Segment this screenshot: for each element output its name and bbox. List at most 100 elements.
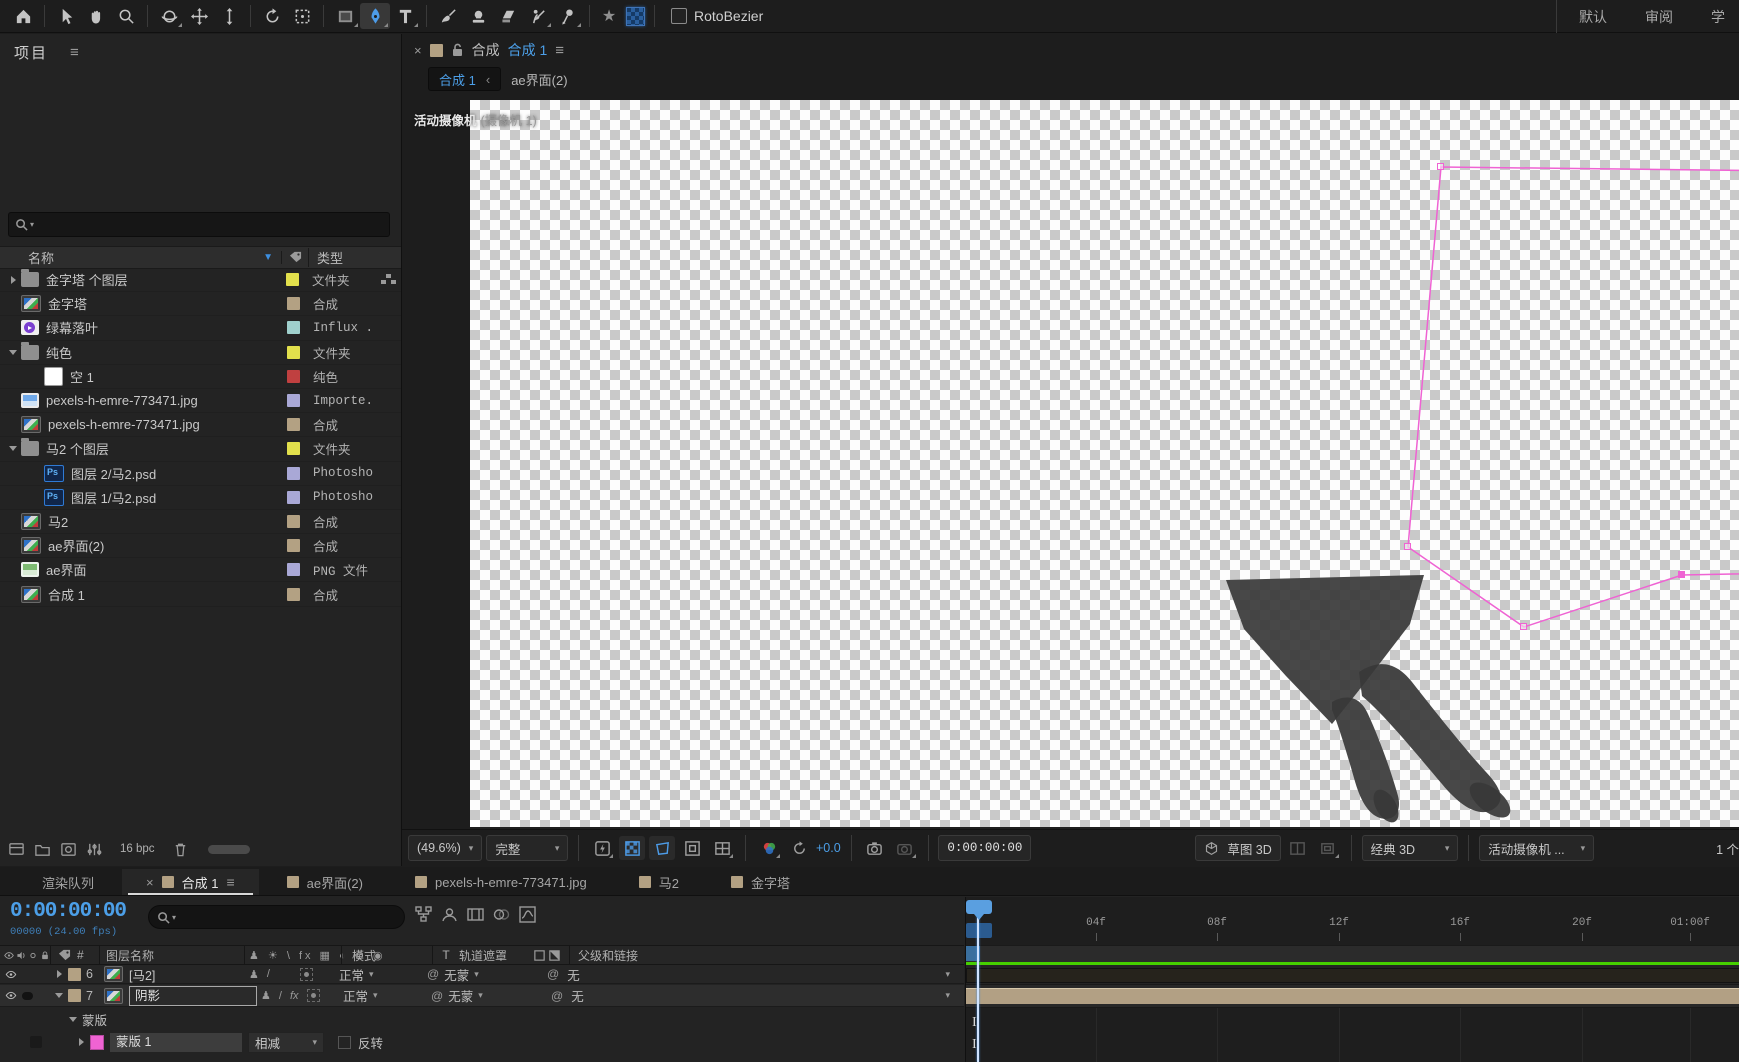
label-color-chip[interactable] <box>287 297 300 310</box>
composition-viewer-tab[interactable]: × 合成 合成 1 ≡ <box>414 38 564 62</box>
label-color-chip[interactable] <box>287 588 300 601</box>
expander-icon[interactable] <box>5 276 21 284</box>
view-count-dropdown[interactable]: 1 个 <box>1716 839 1739 858</box>
snapping-grid-icon[interactable] <box>622 4 648 28</box>
channel-rgb-icon[interactable] <box>756 836 782 860</box>
project-item-row[interactable]: ae界面 PNG 文件 <box>0 558 401 582</box>
column-type[interactable]: 类型 <box>308 248 401 267</box>
orbit-camera-tool[interactable] <box>154 3 184 29</box>
panel-menu-icon[interactable]: ≡ <box>70 44 79 61</box>
roto-brush-tool[interactable] <box>523 3 553 29</box>
group-expander-icon[interactable] <box>64 1017 82 1022</box>
timeline-tab[interactable]: × 合成 1 ≡ <box>122 869 259 895</box>
fx-icon[interactable]: fx <box>290 990 299 1002</box>
mask-visibility-icon[interactable] <box>649 836 675 860</box>
sort-descending-icon[interactable]: ▼ <box>263 252 273 263</box>
pen-tool[interactable] <box>360 3 390 29</box>
project-search-input[interactable] <box>36 217 383 233</box>
column-layer-name[interactable]: 图层名称 <box>100 947 244 964</box>
eraser-tool[interactable] <box>493 3 523 29</box>
label-color-chip[interactable] <box>287 394 300 407</box>
pickwhip-icon[interactable]: @ <box>427 967 439 981</box>
column-mode[interactable]: 模式 <box>342 947 432 964</box>
project-item-row[interactable]: 马2 合成 <box>0 510 401 534</box>
adjustment-icon[interactable] <box>86 841 103 858</box>
rectangle-tool[interactable] <box>330 3 360 29</box>
audio-column-icon[interactable] <box>16 949 26 962</box>
layer-7-duration-bar[interactable] <box>966 988 1739 1004</box>
mask-color-chip[interactable] <box>90 1035 104 1050</box>
parent-dropdown[interactable]: @无▾ <box>543 986 964 1005</box>
clone-stamp-tool[interactable] <box>463 3 493 29</box>
resolution-dropdown[interactable]: 完整▾ <box>486 835 568 861</box>
quality-icon[interactable]: / <box>267 968 270 980</box>
label-color-chip[interactable] <box>287 346 300 359</box>
pickwhip-icon[interactable]: @ <box>551 989 563 1003</box>
eye-column-icon[interactable] <box>4 949 14 962</box>
solo-column-icon[interactable] <box>28 949 38 962</box>
shy-icon[interactable]: ♟ <box>261 989 271 1002</box>
project-item-row[interactable]: 金字塔 个图层 文件夹 <box>0 268 401 292</box>
label-color-chip[interactable] <box>287 321 300 334</box>
current-time-display[interactable]: 0:00:00:00 <box>10 900 126 923</box>
track-matte-dropdown[interactable]: @无蒙▾ <box>431 986 543 1005</box>
timeline-track-area[interactable]: 04f08f12f16f20f01:00f I I <box>965 897 1739 1062</box>
mask-name[interactable]: 蒙版 1 <box>110 1033 242 1052</box>
home-icon[interactable] <box>8 3 38 29</box>
lock-column-icon[interactable] <box>40 949 50 962</box>
rasterize-icon[interactable] <box>307 989 320 1002</box>
blend-mode-dropdown[interactable]: 正常▾ <box>329 965 427 984</box>
project-item-row[interactable]: 合成 1 合成 <box>0 582 401 606</box>
rasterize-icon[interactable] <box>300 968 313 981</box>
playhead-frame-box[interactable] <box>966 923 992 938</box>
breadcrumb-parent[interactable]: ae界面(2) <box>511 70 567 89</box>
fast-previews-icon[interactable] <box>589 836 615 860</box>
label-color-chip[interactable] <box>287 491 300 504</box>
timeline-search-box[interactable]: ▾ <box>148 905 405 929</box>
rotobezier-option[interactable]: RotoBezier <box>671 8 763 24</box>
project-item-row[interactable]: pexels-h-emre-773471.jpg Importe. <box>0 389 401 413</box>
timeline-tab[interactable]: × 渲染队列 ≡ <box>18 869 118 895</box>
type-tool[interactable] <box>390 3 420 29</box>
search-filter-caret-icon[interactable]: ▾ <box>172 913 176 922</box>
rotation-tool[interactable] <box>257 3 287 29</box>
panel-menu-icon[interactable]: ≡ <box>226 874 234 890</box>
pickwhip-icon[interactable]: @ <box>431 989 443 1003</box>
view-layout-icon[interactable] <box>1285 836 1311 860</box>
blend-mode-dropdown[interactable]: 正常▾ <box>333 986 431 1005</box>
unlock-icon[interactable] <box>451 43 464 57</box>
view-dropdown[interactable]: 活动摄像机 ...▾ <box>1479 835 1594 861</box>
expander-icon[interactable] <box>5 446 21 451</box>
layer-expander-icon[interactable] <box>50 970 68 978</box>
timeline-search-input[interactable] <box>178 909 396 925</box>
eye-icon[interactable] <box>4 969 18 980</box>
project-item-row[interactable]: ae界面(2) 合成 <box>0 534 401 558</box>
preview-time-display[interactable]: 0:00:00:00 <box>938 835 1031 861</box>
workspace-item[interactable]: 审阅 <box>1645 7 1673 27</box>
mask-expander-icon[interactable] <box>72 1038 90 1046</box>
timeline-tab[interactable]: × pexels-h-emre-773471.jpg ≡ <box>391 869 611 895</box>
layer-6-duration-bar[interactable] <box>966 968 1739 983</box>
column-parent-link[interactable]: 父级和链接 <box>570 947 964 964</box>
project-item-row[interactable]: 纯色 文件夹 <box>0 341 401 365</box>
exposure-value[interactable]: +0.0 <box>816 841 841 855</box>
close-icon[interactable]: × <box>414 43 422 58</box>
current-time-indicator-line[interactable] <box>977 914 979 1062</box>
mask-visibility-cell[interactable] <box>30 1036 42 1048</box>
zoom-tool[interactable] <box>111 3 141 29</box>
project-item-row[interactable]: 图层 2/马2.psd Photosho <box>0 462 401 486</box>
mask-row[interactable]: 蒙版 1 相减▾ 反转 <box>0 1031 964 1053</box>
masks-group-row[interactable]: 蒙版 <box>0 1009 964 1029</box>
project-item-row[interactable]: 金字塔 合成 <box>0 292 401 316</box>
camera-tool[interactable] <box>287 3 317 29</box>
eye-icon[interactable] <box>4 990 18 1001</box>
puppet-pin-tool[interactable] <box>553 3 583 29</box>
pickwhip-icon[interactable]: @ <box>547 967 559 981</box>
label-color-chip[interactable] <box>287 442 300 455</box>
interpret-footage-icon[interactable] <box>8 841 25 858</box>
mask-invert-checkbox[interactable] <box>338 1036 351 1049</box>
selection-tool[interactable] <box>51 3 81 29</box>
layer-label-chip[interactable] <box>68 968 81 981</box>
layer-name-editing[interactable]: 阴影 <box>129 986 257 1006</box>
layer-row-7-selected[interactable]: 7 阴影 ♟ / fx 正常▾ @无蒙▾ @无▾ <box>0 985 964 1007</box>
